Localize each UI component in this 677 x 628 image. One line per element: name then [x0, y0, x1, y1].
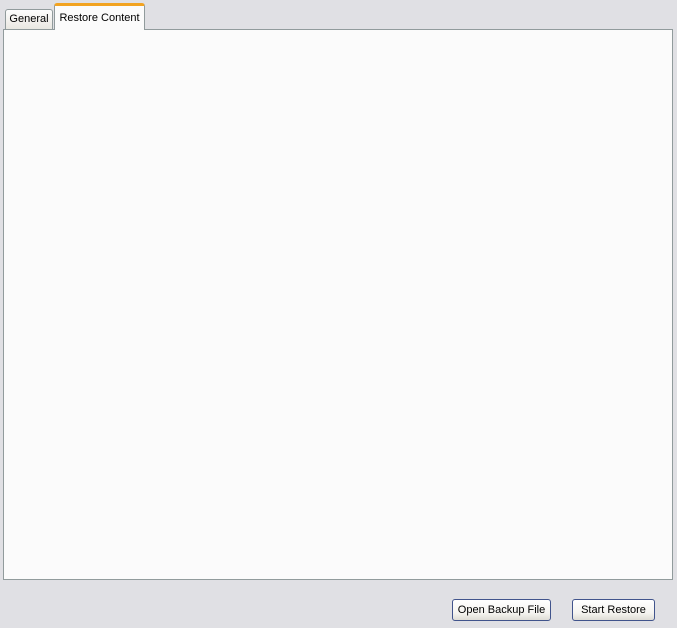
tab-general[interactable]: General: [5, 9, 53, 29]
tab-restore-content-label: Restore Content: [59, 12, 139, 24]
restore-content-page: [3, 29, 673, 580]
tab-general-label: General: [9, 13, 48, 25]
tab-restore-content[interactable]: Restore Content: [54, 3, 145, 30]
start-restore-button[interactable]: Start Restore: [572, 599, 655, 621]
open-backup-file-button[interactable]: Open Backup File: [452, 599, 551, 621]
